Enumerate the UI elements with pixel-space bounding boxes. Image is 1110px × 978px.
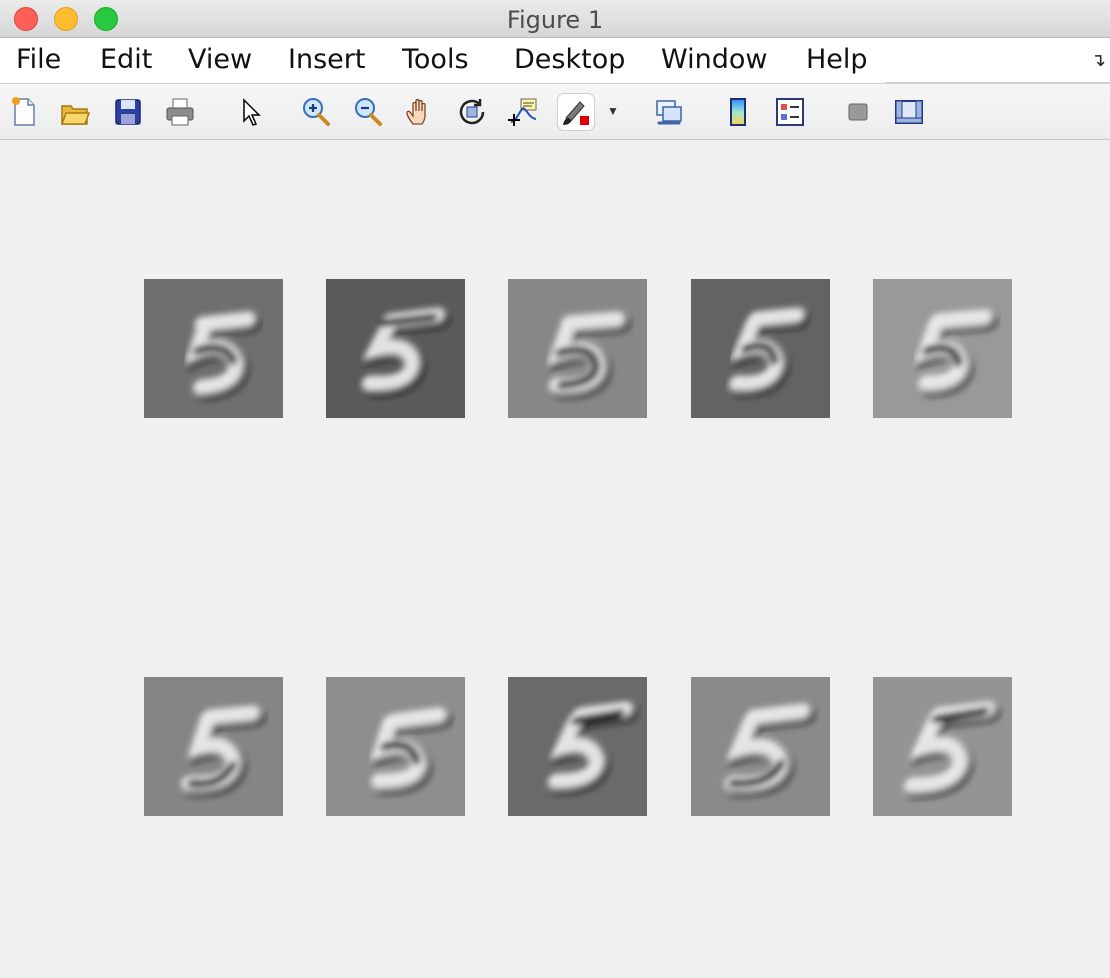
digit-feature-image [508, 279, 647, 418]
digit-feature-image [326, 677, 465, 816]
digit-image-tile [508, 279, 647, 418]
new-figure-icon[interactable] [6, 94, 42, 130]
figure-canvas [0, 140, 1110, 978]
menu-overflow-icon[interactable]: ↴ [1091, 50, 1106, 71]
menu-help[interactable]: Help [806, 44, 868, 75]
digit-image-tile [326, 279, 465, 418]
digit-feature-image [508, 677, 647, 816]
open-file-icon[interactable] [57, 94, 93, 130]
digit-image-tile [691, 279, 830, 418]
menu-file[interactable]: File [16, 44, 61, 75]
digit-image-tile [691, 677, 830, 816]
data-cursor-icon[interactable] [506, 94, 542, 130]
brush-dropdown-icon[interactable]: ▼ [607, 104, 619, 118]
menu-edit[interactable]: Edit [100, 44, 152, 75]
title-bar: Figure 1 [0, 0, 1110, 38]
menu-divider [885, 82, 1110, 83]
digit-image-tile [873, 279, 1012, 418]
show-plot-tools-icon[interactable] [891, 94, 927, 130]
menu-insert[interactable]: Insert [288, 44, 365, 75]
pan-hand-icon[interactable] [402, 94, 438, 130]
colorbar-icon[interactable] [720, 94, 756, 130]
hide-plot-tools-icon[interactable] [840, 94, 876, 130]
window-title: Figure 1 [506, 6, 604, 34]
digit-feature-image [144, 279, 283, 418]
link-plot-icon[interactable] [651, 94, 687, 130]
figure-toolbar: ▼ [0, 84, 1110, 140]
brush-icon[interactable] [558, 94, 594, 130]
digit-feature-image [144, 677, 283, 816]
print-icon[interactable] [162, 94, 198, 130]
menu-bar: File Edit View Insert Tools Desktop Wind… [0, 38, 1110, 84]
digit-image-tile [873, 677, 1012, 816]
digit-feature-image [873, 279, 1012, 418]
zoom-in-icon[interactable] [298, 94, 334, 130]
rotate-3d-icon[interactable] [454, 94, 490, 130]
digit-feature-image [326, 279, 465, 418]
digit-feature-image [691, 677, 830, 816]
digit-feature-image [691, 279, 830, 418]
digit-feature-image [873, 677, 1012, 816]
zoom-out-icon[interactable] [350, 94, 386, 130]
menu-tools[interactable]: Tools [402, 44, 469, 75]
digit-image-tile [144, 279, 283, 418]
digit-image-tile [508, 677, 647, 816]
menu-view[interactable]: View [188, 44, 252, 75]
digit-image-tile [326, 677, 465, 816]
digit-image-tile [144, 677, 283, 816]
save-icon[interactable] [110, 94, 146, 130]
legend-icon[interactable] [772, 94, 808, 130]
select-pointer-icon[interactable] [232, 94, 268, 130]
menu-window[interactable]: Window [661, 44, 767, 75]
menu-desktop[interactable]: Desktop [514, 44, 625, 75]
